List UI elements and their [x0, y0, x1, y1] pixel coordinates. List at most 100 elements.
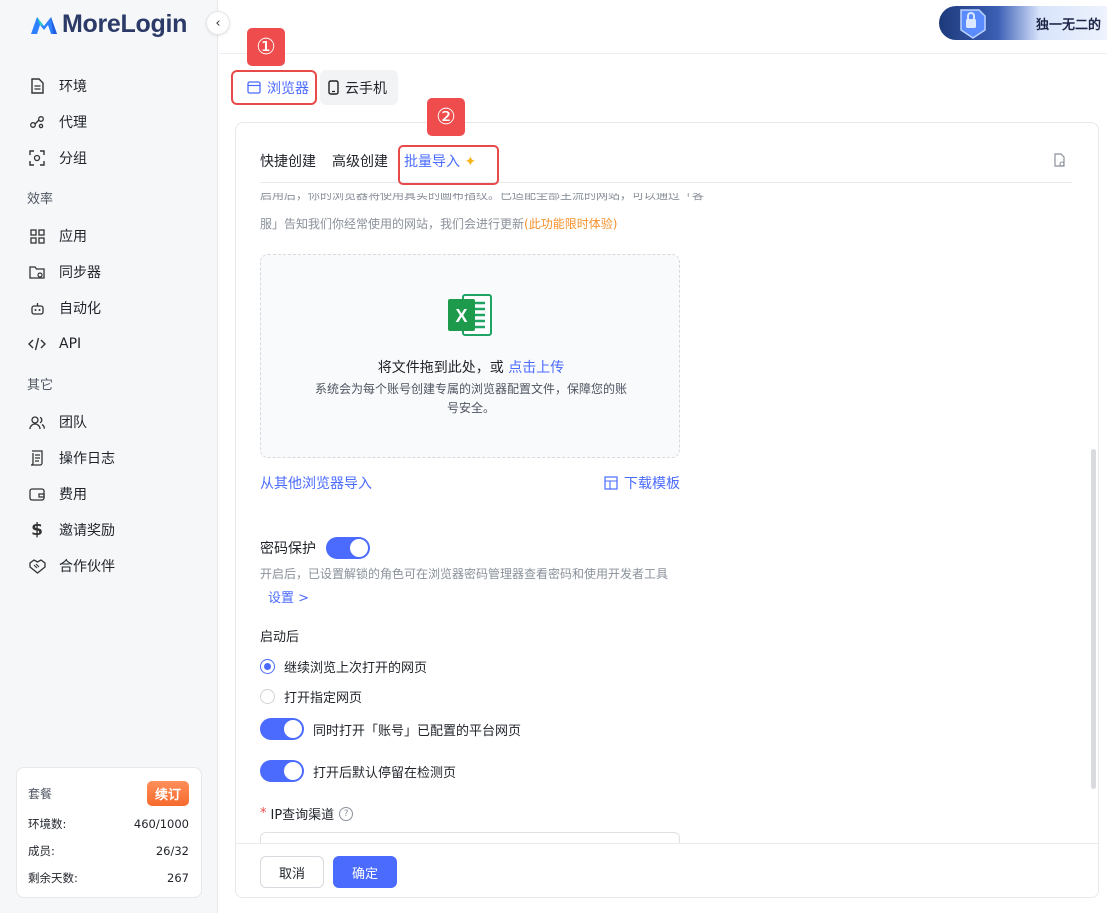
plan-title: 套餐 — [28, 786, 53, 801]
ip-channel-label-text: IP查询渠道 — [270, 808, 335, 823]
renew-button[interactable]: 续订 — [146, 780, 189, 806]
tab-browser-label: 浏览器 — [267, 80, 309, 97]
import-from-other-browser-link[interactable]: 从其他浏览器导入 — [260, 473, 372, 493]
annotation-highlight-2 — [398, 145, 499, 185]
confirm-button[interactable]: 确定 — [333, 856, 397, 888]
svg-text:X: X — [455, 306, 467, 326]
sidebar-item-automation[interactable]: 自动化 — [0, 290, 218, 326]
sidebar-item-label: 代理 — [59, 115, 87, 131]
switch-label: 打开后默认停留在检测页 — [313, 765, 457, 781]
tab-quick-create[interactable]: 快捷创建 — [260, 151, 316, 175]
chevron-left-icon: ‹ — [215, 15, 221, 31]
sidebar-section-efficiency: 效率 — [27, 191, 54, 207]
sync-folder-icon — [28, 263, 46, 281]
switch-label: 同时打开「账号」已配置的平台网页 — [313, 723, 522, 739]
top-bar: 独一无二的 — [219, 0, 1107, 54]
sidebar-item-operation-log[interactable]: 操作日志 — [0, 440, 218, 476]
file-drop-zone[interactable]: X 将文件拖到此处，或 点击上传 系统会为每个账号创建专属的浏览器配置文件，保障… — [260, 254, 680, 458]
morelogin-logo-icon — [31, 16, 57, 34]
plan-row-label: 环境数: — [28, 816, 67, 831]
log-scroll-icon — [28, 449, 46, 467]
description-limited-time: (此功能限时体验) — [524, 217, 618, 231]
password-protection-toggle[interactable] — [326, 537, 370, 559]
sidebar-item-label: 应用 — [59, 229, 87, 245]
code-icon — [28, 335, 46, 353]
description: 服」告知我们你经常使用的网站，我们会进行更新(此功能限时体验) — [260, 214, 710, 234]
sidebar-item-label: 同步器 — [59, 265, 101, 281]
sidebar-item-team[interactable]: 团队 — [0, 404, 218, 440]
apps-grid-icon — [28, 227, 46, 245]
create-profile-card: 快捷创建 高级创建 批量导入 ✦ 启用后，你的浏览器将使用真实的画布指纹。已适配… — [235, 122, 1099, 898]
excel-file-icon: X — [448, 294, 492, 336]
upload-prompt-text: 将文件拖到此处，或 — [377, 360, 509, 376]
group-icon — [28, 149, 46, 167]
description-text: 服」告知我们你经常使用的网站，我们会进行更新 — [260, 217, 525, 231]
sidebar-item-label: 分组 — [59, 151, 87, 167]
after-launch-label: 启动后 — [260, 630, 300, 645]
password-settings-link[interactable]: 设置 > — [268, 587, 309, 606]
sidebar-item-label: 合作伙伴 — [59, 559, 115, 575]
proxy-icon — [28, 113, 46, 131]
radio-label: 打开指定网页 — [284, 691, 363, 706]
plan-row-value: 26/32 — [155, 843, 189, 858]
plan-row-environments: 环境数: 460/1000 — [28, 810, 189, 837]
radio-button[interactable] — [260, 689, 275, 704]
sidebar-item-api[interactable]: API — [0, 326, 218, 362]
upload-hint: 系统会为每个账号创建专属的浏览器配置文件，保障您的账号安全。 — [314, 382, 627, 415]
upload-prompt: 将文件拖到此处，或 点击上传 — [261, 357, 681, 377]
footer-actions: 取消 确定 — [236, 843, 1098, 897]
stay-on-check-page-toggle[interactable] — [260, 760, 304, 782]
sidebar-item-environment[interactable]: 环境 — [0, 68, 218, 104]
shield-lock-icon — [960, 9, 986, 39]
download-template-label: 下载模板 — [624, 476, 680, 492]
radio-open-specified[interactable]: 打开指定网页 — [260, 687, 362, 706]
sidebar-item-proxy[interactable]: 代理 — [0, 104, 218, 140]
sidebar-item-apps[interactable]: 应用 — [0, 218, 218, 254]
handshake-icon — [28, 557, 46, 575]
sidebar-item-partner[interactable]: 合作伙伴 — [0, 548, 218, 584]
sidebar-nav: 环境 代理 分组 效率 应用 同步器 自动化 API 其它 团队 操作日志 费用… — [0, 68, 218, 584]
ip-channel-label: * IP查询渠道 ? — [260, 804, 354, 823]
sidebar-item-label: API — [59, 336, 82, 352]
help-icon[interactable]: ? — [339, 806, 354, 821]
team-icon — [28, 413, 46, 431]
tab-browser[interactable]: 浏览器 — [231, 70, 317, 105]
import-links: 从其他浏览器导入 下载模板 — [260, 473, 680, 493]
promo-banner[interactable]: 独一无二的 — [939, 6, 1107, 40]
sidebar-item-label: 费用 — [59, 487, 87, 503]
open-platform-pages-toggle[interactable] — [260, 718, 304, 740]
switch-open-platform-pages: 同时打开「账号」已配置的平台网页 — [260, 718, 521, 740]
plan-card: 套餐 续订 环境数: 460/1000 成员: 26/32 剩余天数: 267 — [16, 767, 202, 898]
phone-icon — [328, 80, 339, 95]
sidebar-item-label: 操作日志 — [59, 451, 115, 467]
sidebar-item-group[interactable]: 分组 — [0, 140, 218, 176]
cancel-button[interactable]: 取消 — [260, 856, 324, 888]
radio-button-selected[interactable] — [260, 659, 275, 674]
click-upload-link[interactable]: 点击上传 — [508, 360, 564, 376]
plan-row-value: 460/1000 — [133, 816, 189, 831]
password-protection-row: 密码保护 — [260, 537, 370, 559]
sidebar: MoreLogin ‹ 环境 代理 分组 效率 应用 同步器 自动化 API 其… — [0, 0, 230, 913]
tab-cloud-phone[interactable]: 云手机 — [320, 70, 398, 105]
collapse-sidebar-button[interactable]: ‹ — [206, 11, 230, 35]
plan-row-value: 267 — [167, 870, 189, 885]
switch-stay-on-check-page: 打开后默认停留在检测页 — [260, 760, 456, 782]
sidebar-item-synchronizer[interactable]: 同步器 — [0, 254, 218, 290]
sidebar-section-other: 其它 — [27, 377, 54, 393]
sidebar-item-billing[interactable]: 费用 — [0, 476, 218, 512]
logo[interactable]: MoreLogin — [30, 10, 187, 39]
tab-advanced-create[interactable]: 高级创建 — [332, 151, 388, 175]
promo-text: 独一无二的 — [1035, 18, 1101, 33]
radio-continue-last[interactable]: 继续浏览上次打开的网页 — [260, 657, 427, 676]
download-template-link[interactable]: 下载模板 — [604, 473, 680, 493]
radio-label: 继续浏览上次打开的网页 — [284, 661, 428, 676]
plan-row-days-left: 剩余天数: 267 — [28, 864, 189, 891]
sidebar-item-referral[interactable]: $ 邀请奖励 — [0, 512, 218, 548]
plan-row-label: 成员: — [28, 843, 55, 858]
scrollbar[interactable] — [1091, 449, 1096, 789]
description-cut: 启用后，你的浏览器将使用真实的画布指纹。已适配全部主流的网站，可以通过「客 — [260, 193, 705, 202]
document-search-icon[interactable] — [1053, 153, 1067, 172]
annotation-badge-1: ① — [247, 28, 285, 66]
required-mark: * — [260, 806, 267, 821]
document-icon — [28, 77, 46, 95]
